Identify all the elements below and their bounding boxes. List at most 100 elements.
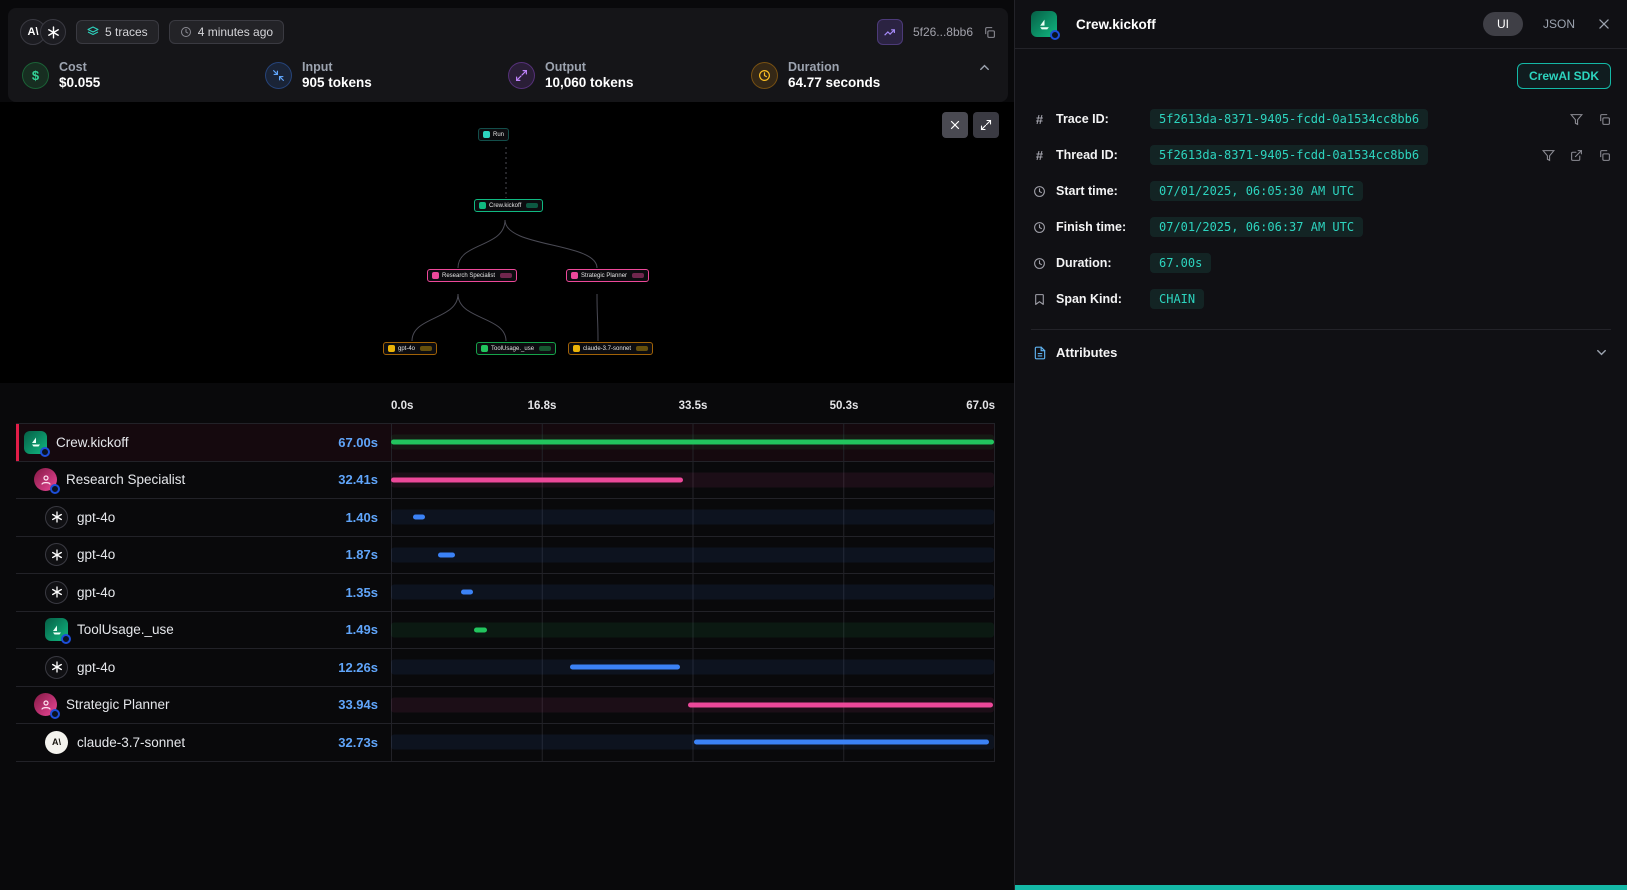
clock-icon: [1031, 257, 1048, 270]
span-row-claude-sonnet[interactable]: A\ claude-3.7-sonnet 32.73s: [16, 724, 995, 762]
logo-badge: [50, 484, 60, 494]
sdk-badge: CrewAI SDK: [1517, 63, 1611, 89]
span-row-gpt-4o[interactable]: gpt-4o 1.40s: [16, 499, 995, 537]
clock-icon: [751, 62, 778, 89]
stat-label: Output: [545, 60, 634, 74]
logo-badge: [40, 447, 50, 457]
graph-expand-button[interactable]: [973, 112, 999, 138]
field-label: Thread ID:: [1056, 148, 1142, 162]
span-row-gpt-4o[interactable]: gpt-4o 1.35s: [16, 574, 995, 612]
agent-icon: [571, 272, 578, 279]
graph-node-label: claude-3.7-sonnet: [583, 346, 631, 352]
finish-time-value: 07/01/2025, 06:06:37 AM UTC: [1150, 217, 1363, 237]
expand-icon: [980, 119, 992, 131]
close-icon[interactable]: [1597, 17, 1611, 31]
trace-header-row: A\ 5 traces 4 minutes ago: [8, 8, 1008, 56]
span-row-gpt-4o[interactable]: gpt-4o 12.26s: [16, 649, 995, 687]
stat-cost: $ Cost $0.055: [22, 60, 265, 90]
clock-icon: [180, 26, 192, 38]
stat-input: Input 905 tokens: [265, 60, 508, 90]
span-row-research-specialist[interactable]: Research Specialist 32.41s: [16, 462, 995, 500]
trace-summary-panel: A\ 5 traces 4 minutes ago: [8, 8, 1008, 102]
openai-icon: [45, 581, 68, 604]
agent-icon: [432, 272, 439, 279]
field-label: Span Kind:: [1056, 292, 1142, 306]
graph-node-crew-kickoff[interactable]: Crew.kickoff: [474, 199, 543, 212]
waterfall: 0.0s 16.8s 33.5s 50.3s 67.0s Crew.kickof…: [16, 383, 995, 762]
graph-node-claude-sonnet[interactable]: claude-3.7-sonnet: [568, 342, 653, 355]
duration-value: 67.00s: [1150, 253, 1211, 273]
trace-main-panel: A\ 5 traces 4 minutes ago: [0, 0, 1014, 890]
hash-icon: #: [1031, 112, 1048, 127]
graph-node-strategic-planner[interactable]: Strategic Planner: [566, 269, 649, 282]
graph-node-label: Crew.kickoff: [489, 203, 521, 209]
trace-short-id: 5f26...8bb6: [913, 25, 973, 39]
stat-label: Duration: [788, 60, 880, 74]
span-track: [391, 510, 994, 525]
span-bar: [694, 740, 989, 745]
node-duration-chip: [632, 273, 644, 278]
graph-close-button[interactable]: [942, 112, 968, 138]
agent-icon: [34, 693, 57, 716]
span-row-toolusage[interactable]: ToolUsage._use 1.49s: [16, 612, 995, 650]
graph-node-gpt-4o[interactable]: gpt-4o: [383, 342, 437, 355]
sidebar-title: Crew.kickoff: [1076, 17, 1156, 32]
span-name: Crew.kickoff: [56, 435, 338, 450]
axis-tick: 67.0s: [966, 400, 995, 412]
openai-icon: [40, 19, 66, 45]
filter-icon[interactable]: [1542, 149, 1555, 162]
attributes-label: Attributes: [1056, 345, 1585, 360]
field-start-time: Start time: 07/01/2025, 06:05:30 AM UTC: [1031, 173, 1611, 209]
span-duration: 1.35s: [345, 585, 378, 600]
copy-icon[interactable]: [1598, 149, 1611, 162]
span-row-crew-kickoff[interactable]: Crew.kickoff 67.00s: [16, 424, 995, 462]
traces-count-badge[interactable]: 5 traces: [76, 20, 159, 44]
chevron-down-icon: [1594, 345, 1609, 360]
span-bar: [570, 665, 680, 670]
openai-icon: [45, 543, 68, 566]
span-name: gpt-4o: [77, 547, 345, 562]
crewai-icon: [479, 202, 486, 209]
logo-badge: [50, 709, 60, 719]
openai-icon: [45, 506, 68, 529]
logo-badge: [1050, 30, 1060, 40]
close-icon: [949, 119, 961, 131]
graph-node-label: Run: [493, 132, 504, 138]
crewai-icon: [24, 431, 47, 454]
field-trace-id: # Trace ID: 5f2613da-8371-9405-fcdd-0a15…: [1031, 101, 1611, 137]
attributes-section-toggle[interactable]: Attributes: [1031, 329, 1611, 375]
span-duration: 1.49s: [345, 622, 378, 637]
span-track: [391, 585, 994, 600]
span-duration: 1.87s: [345, 547, 378, 562]
graph-node-run[interactable]: Run: [478, 128, 509, 141]
graph-node-toolusage[interactable]: ToolUsage._use: [476, 342, 556, 355]
field-label: Duration:: [1056, 256, 1142, 270]
node-duration-chip: [539, 346, 551, 351]
copy-icon[interactable]: [983, 26, 996, 39]
span-rows: Crew.kickoff 67.00s Research Specialist …: [16, 423, 995, 762]
sidebar-resize-accent[interactable]: [1015, 885, 1627, 890]
span-bar: [474, 627, 487, 632]
bookmark-icon: [1031, 293, 1048, 306]
graph-node-label: gpt-4o: [398, 346, 415, 352]
copy-icon[interactable]: [1598, 113, 1611, 126]
graph-node-label: Research Specialist: [442, 273, 495, 279]
span-row-gpt-4o[interactable]: gpt-4o 1.87s: [16, 537, 995, 575]
time-ago-badge[interactable]: 4 minutes ago: [169, 20, 284, 44]
tab-ui[interactable]: UI: [1483, 12, 1523, 36]
layers-icon: [87, 26, 99, 38]
span-name: Strategic Planner: [66, 697, 338, 712]
span-row-strategic-planner[interactable]: Strategic Planner 33.94s: [16, 687, 995, 725]
field-span-kind: Span Kind: CHAIN: [1031, 281, 1611, 317]
span-kind-value: CHAIN: [1150, 289, 1204, 309]
filter-icon[interactable]: [1570, 113, 1583, 126]
trace-graph-canvas[interactable]: Run Crew.kickoff Research Specialist Str…: [0, 102, 1014, 383]
tab-json[interactable]: JSON: [1543, 17, 1575, 31]
external-link-icon[interactable]: [1570, 149, 1583, 162]
span-track: [391, 547, 994, 562]
trend-button[interactable]: [877, 19, 903, 45]
collapse-chevron-icon[interactable]: [977, 60, 992, 75]
field-duration: Duration: 67.00s: [1031, 245, 1611, 281]
graph-node-research-specialist[interactable]: Research Specialist: [427, 269, 517, 282]
arrows-in-icon: [265, 62, 292, 89]
